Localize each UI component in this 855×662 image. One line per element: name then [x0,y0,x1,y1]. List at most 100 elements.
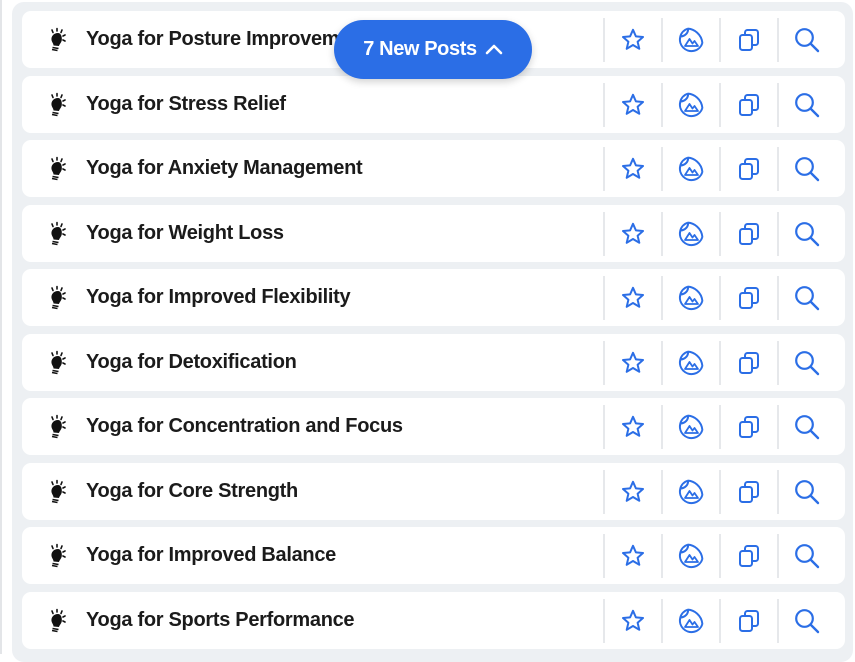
generate-image-button[interactable] [661,211,719,256]
star-icon [620,285,646,311]
post-row[interactable]: Yoga for Core Strength [22,463,845,520]
row-actions [603,11,835,68]
lightbulb-icon [44,350,70,376]
copy-button[interactable] [719,17,777,62]
post-title[interactable]: Yoga for Sports Performance [86,609,603,632]
favorite-button[interactable] [603,146,661,191]
post-title[interactable]: Yoga for Concentration and Focus [86,415,603,438]
search-button[interactable] [777,598,835,643]
copy-icon [736,350,762,376]
search-button[interactable] [777,146,835,191]
generate-image-button[interactable] [661,17,719,62]
search-button[interactable] [777,82,835,127]
star-icon [620,221,646,247]
copy-button[interactable] [719,82,777,127]
post-row[interactable]: Yoga for Improved Balance [22,527,845,584]
copy-button[interactable] [719,533,777,578]
copy-button[interactable] [719,598,777,643]
lightbulb-icon [44,92,70,118]
post-title[interactable]: Yoga for Core Strength [86,480,603,503]
row-actions [603,334,835,391]
post-title[interactable]: Yoga for Improved Flexibility [86,286,603,309]
copy-icon [736,285,762,311]
search-button[interactable] [777,469,835,514]
lightbulb-icon [44,414,70,440]
lightbulb-icon [44,479,70,505]
post-title[interactable]: Yoga for Detoxification [86,351,603,374]
image-sticker-icon [677,413,705,441]
star-icon [620,479,646,505]
copy-button[interactable] [719,469,777,514]
lightbulb-icon [44,543,70,569]
lightbulb-icon [44,27,70,53]
image-sticker-icon [677,155,705,183]
star-icon [620,608,646,634]
lightbulb-icon [44,608,70,634]
image-sticker-icon [677,478,705,506]
copy-button[interactable] [719,404,777,449]
favorite-button[interactable] [603,469,661,514]
post-row[interactable]: Yoga for Sports Performance [22,592,845,649]
generate-image-button[interactable] [661,82,719,127]
favorite-button[interactable] [603,211,661,256]
generate-image-button[interactable] [661,533,719,578]
post-row[interactable]: Yoga for Detoxification [22,334,845,391]
search-icon [793,26,821,54]
row-actions [603,527,835,584]
favorite-button[interactable] [603,598,661,643]
star-icon [620,92,646,118]
favorite-button[interactable] [603,82,661,127]
post-row[interactable]: Yoga for Stress Relief [22,76,845,133]
new-posts-button[interactable]: 7 New Posts [334,20,532,79]
generate-image-button[interactable] [661,598,719,643]
post-title[interactable]: Yoga for Weight Loss [86,222,603,245]
image-sticker-icon [677,220,705,248]
copy-button[interactable] [719,211,777,256]
search-icon [793,155,821,183]
post-row[interactable]: Yoga for Weight Loss [22,205,845,262]
search-icon [793,349,821,377]
row-actions [603,76,835,133]
star-icon [620,350,646,376]
image-sticker-icon [677,607,705,635]
post-title[interactable]: Yoga for Improved Balance [86,544,603,567]
favorite-button[interactable] [603,533,661,578]
copy-icon [736,156,762,182]
post-row[interactable]: Yoga for Improved Flexibility [22,269,845,326]
search-button[interactable] [777,17,835,62]
favorite-button[interactable] [603,17,661,62]
copy-button[interactable] [719,275,777,320]
copy-button[interactable] [719,340,777,385]
star-icon [620,27,646,53]
search-button[interactable] [777,211,835,256]
generate-image-button[interactable] [661,146,719,191]
row-actions [603,205,835,262]
generate-image-button[interactable] [661,275,719,320]
search-button[interactable] [777,340,835,385]
search-button[interactable] [777,275,835,320]
row-actions [603,592,835,649]
copy-icon [736,92,762,118]
post-row[interactable]: Yoga for Concentration and Focus [22,398,845,455]
copy-icon [736,27,762,53]
search-icon [793,478,821,506]
generate-image-button[interactable] [661,404,719,449]
post-row[interactable]: Yoga for Anxiety Management [22,140,845,197]
generate-image-button[interactable] [661,340,719,385]
search-button[interactable] [777,533,835,578]
favorite-button[interactable] [603,404,661,449]
chevron-up-icon [485,38,503,61]
search-icon [793,91,821,119]
copy-button[interactable] [719,146,777,191]
container-border [0,0,2,654]
copy-icon [736,543,762,569]
favorite-button[interactable] [603,275,661,320]
post-title[interactable]: Yoga for Anxiety Management [86,157,603,180]
favorite-button[interactable] [603,340,661,385]
search-icon [793,284,821,312]
row-actions [603,398,835,455]
post-title[interactable]: Yoga for Stress Relief [86,93,603,116]
generate-image-button[interactable] [661,469,719,514]
lightbulb-icon [44,221,70,247]
search-button[interactable] [777,404,835,449]
